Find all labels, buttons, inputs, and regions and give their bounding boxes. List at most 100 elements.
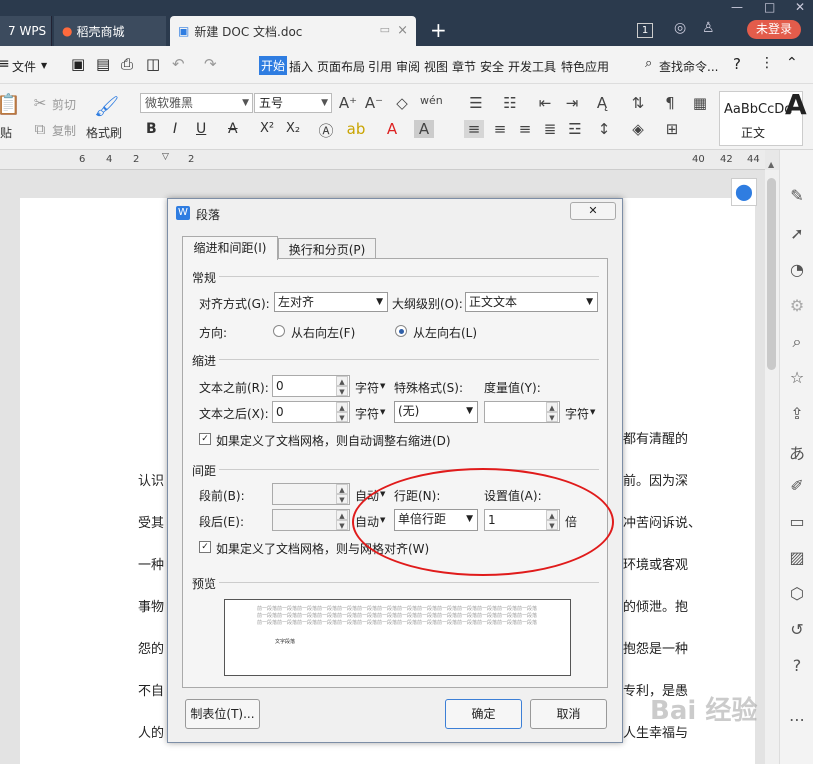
shading-icon[interactable]: ◈ — [628, 120, 648, 138]
grid-indent-checkbox[interactable]: ✓ — [199, 433, 211, 445]
close-window-icon[interactable]: ✕ — [795, 0, 805, 14]
font-color-icon[interactable]: A — [382, 120, 402, 138]
paste-icon[interactable]: 📋 — [0, 92, 21, 116]
help-circle-icon[interactable]: ? — [788, 656, 806, 675]
chevron-down-icon[interactable]: ▼ — [590, 408, 595, 416]
rtl-label[interactable]: 从右向左(F) — [291, 324, 355, 341]
spin-up-icon[interactable]: ▲ — [336, 376, 348, 386]
table-icon[interactable]: ▦ — [690, 94, 710, 112]
align-left-icon[interactable]: ≡ — [464, 120, 484, 138]
pinyin-icon[interactable]: wén — [420, 94, 443, 107]
space-after-input[interactable]: ▲ ▼ — [272, 509, 350, 531]
tab-indent-spacing[interactable]: 缩进和间距(I) — [182, 236, 278, 260]
star-icon[interactable]: ☆ — [788, 368, 806, 387]
indent-after-input[interactable]: 0 ▲ ▼ — [272, 401, 350, 423]
highlight-icon[interactable]: ab — [346, 120, 366, 138]
shirt-icon[interactable]: ♙ — [702, 20, 715, 36]
spin-up-icon[interactable]: ▲ — [336, 402, 348, 412]
subscript-button[interactable]: X₂ — [286, 121, 300, 136]
measure-unit[interactable]: 字符 — [565, 405, 589, 422]
undo-icon[interactable]: ↶ — [172, 55, 185, 73]
grid-align-checkbox[interactable]: ✓ — [199, 541, 211, 553]
cut-icon[interactable]: ✂ — [30, 94, 50, 112]
distribute-icon[interactable]: ☲ — [565, 120, 585, 138]
print-preview-icon[interactable]: ◫ — [146, 55, 160, 73]
dialog-title-bar[interactable]: W 段落 ✕ — [168, 199, 622, 227]
font-size-select[interactable]: 五号 ▼ — [254, 93, 332, 113]
collapse-ribbon-icon[interactable]: ⌃ — [786, 55, 798, 71]
tab-stops-button[interactable]: 制表位(T)... — [185, 699, 260, 729]
ok-button[interactable]: 确定 — [445, 699, 522, 729]
chevron-down-icon[interactable]: ▼ — [380, 382, 385, 390]
measure-input[interactable]: ▲ ▼ — [484, 401, 560, 423]
show-marks-icon[interactable]: ¶ — [660, 94, 680, 112]
strikethrough-button[interactable]: A — [228, 121, 238, 137]
grow-font-icon[interactable]: A⁺ — [338, 94, 358, 112]
spin-down-icon[interactable]: ▼ — [336, 520, 348, 530]
clear-format-icon[interactable]: ◇ — [392, 94, 412, 112]
menu-file[interactable]: 文件 — [12, 58, 36, 75]
new-tab-button[interactable]: + — [430, 18, 447, 42]
menu-view[interactable]: 视图 — [424, 58, 448, 75]
minimize-icon[interactable]: — — [731, 0, 743, 14]
scroll-up-icon[interactable]: ▲ — [768, 160, 774, 169]
paste-button[interactable]: 贴 — [0, 124, 12, 141]
spin-down-icon[interactable]: ▼ — [336, 386, 348, 396]
special-format-select[interactable]: (无) ▼ — [394, 401, 478, 423]
format-painter-button[interactable]: 格式刷 — [86, 124, 122, 141]
bold-button[interactable]: B — [146, 121, 157, 137]
menu-icon[interactable]: ≡ — [0, 56, 10, 72]
increase-indent-icon[interactable]: ⇥ — [562, 94, 582, 112]
more-dots-icon[interactable]: ⋯ — [788, 710, 806, 729]
tab-wps[interactable]: 7 WPS — [0, 16, 52, 46]
italic-button[interactable]: I — [173, 121, 177, 137]
tab-store[interactable]: ● 稻壳商城 — [54, 16, 166, 46]
scrollbar-thumb[interactable] — [767, 178, 776, 370]
spin-down-icon[interactable]: ▼ — [336, 412, 348, 422]
spin-up-icon[interactable]: ▲ — [546, 402, 558, 412]
decrease-indent-icon[interactable]: ⇤ — [535, 94, 555, 112]
search-icon[interactable]: ⌕ — [645, 56, 652, 71]
spin-down-icon[interactable]: ▼ — [336, 494, 348, 504]
pin-icon[interactable]: ▭ — [380, 23, 390, 36]
menu-special-apps[interactable]: 特色应用 — [561, 58, 609, 75]
borders-icon[interactable]: ⊞ — [662, 120, 682, 138]
bullets-icon[interactable]: ☰ — [466, 94, 486, 112]
cancel-button[interactable]: 取消 — [530, 699, 607, 729]
spin-up-icon[interactable]: ▲ — [336, 510, 348, 520]
copy-button[interactable]: 复制 — [52, 122, 76, 139]
align-right-icon[interactable]: ≡ — [515, 120, 535, 138]
redo-icon[interactable]: ↷ — [204, 55, 217, 73]
print-icon[interactable]: ⎙ — [121, 55, 133, 73]
translate-icon[interactable]: あ — [788, 440, 806, 464]
chinese-layout-icon[interactable]: Ą — [592, 94, 612, 112]
sort-icon[interactable]: ⇅ — [628, 94, 648, 112]
spin-up-icon[interactable]: ▲ — [336, 484, 348, 494]
window-count-badge[interactable]: 1 — [637, 23, 653, 38]
indent-before-unit[interactable]: 字符 — [355, 379, 379, 396]
spin-down-icon[interactable]: ▼ — [546, 412, 558, 422]
close-tab-icon[interactable]: × — [397, 23, 408, 38]
grid-indent-label[interactable]: 如果定义了文档网格，则自动调整右缩进(D) — [216, 432, 451, 449]
skin-icon[interactable]: ◎ — [674, 20, 686, 36]
align-center-icon[interactable]: ≡ — [490, 120, 510, 138]
horizontal-ruler[interactable]: 6 4 2 ▽ 2 40 42 44 — [0, 150, 765, 170]
chevron-down-icon[interactable]: ▼ — [41, 61, 47, 70]
location-pin-icon[interactable]: ⬤ — [731, 178, 757, 206]
underline-button[interactable]: U — [196, 121, 206, 137]
archive-icon[interactable]: ▭ — [788, 512, 806, 531]
menu-chapter[interactable]: 章节 — [452, 58, 476, 75]
maximize-icon[interactable]: □ — [764, 0, 775, 14]
history-icon[interactable]: ↺ — [788, 620, 806, 639]
share-icon[interactable]: ⇪ — [788, 404, 806, 423]
export-pdf-icon[interactable]: ▤ — [96, 55, 110, 73]
shield-icon[interactable]: ⬡ — [788, 584, 806, 603]
text-effect-icon[interactable]: Ⓐ — [316, 120, 336, 141]
superscript-button[interactable]: X² — [260, 121, 274, 136]
image-icon[interactable]: ▨ — [788, 548, 806, 567]
ltr-radio[interactable] — [395, 325, 407, 337]
indent-marker-icon[interactable]: ▽ — [162, 152, 169, 162]
search-doc-icon[interactable]: ⌕ — [788, 332, 806, 352]
style-heading-preview[interactable]: A — [785, 88, 807, 121]
menu-home[interactable]: 开始 — [259, 56, 288, 75]
